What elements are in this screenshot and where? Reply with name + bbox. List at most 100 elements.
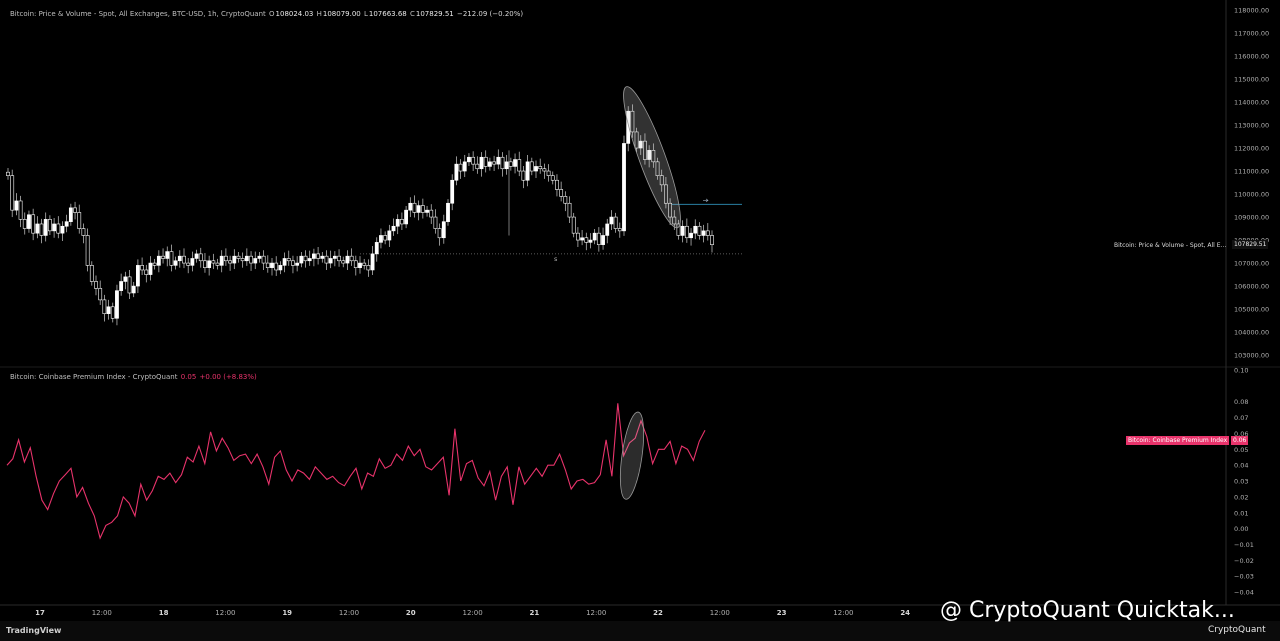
price-series-tag: Bitcoin: Price & Volume - Spot, All E... bbox=[1114, 242, 1227, 249]
candle-down bbox=[500, 156, 505, 170]
candle-down bbox=[584, 237, 589, 243]
price-axis-tick: 118000.00 bbox=[1234, 7, 1269, 15]
candle-down bbox=[303, 255, 308, 262]
time-axis-tick: 21 bbox=[530, 609, 540, 617]
price-axis-tick: 103000.00 bbox=[1234, 352, 1269, 360]
candle-up bbox=[14, 200, 19, 211]
price-legend-title: Bitcoin: Price & Volume - Spot, All Exch… bbox=[10, 10, 266, 18]
premium-axis-tick: 0.07 bbox=[1234, 414, 1248, 422]
price-axis-tick: 113000.00 bbox=[1234, 122, 1269, 130]
candle-down bbox=[127, 276, 132, 294]
premium-legend-change: +0.00 (+8.83%) bbox=[199, 373, 257, 381]
candle-up bbox=[622, 143, 626, 232]
price-legend-c-label: C bbox=[409, 10, 415, 18]
candle-up bbox=[534, 166, 538, 172]
candle-down bbox=[39, 223, 44, 236]
premium-axis-tick: 0.04 bbox=[1234, 462, 1248, 470]
premium-axis-tick: 0.08 bbox=[1234, 398, 1248, 406]
candle-down bbox=[182, 255, 186, 264]
bottom-bar bbox=[0, 621, 1280, 641]
cryptoquant-logo: CryptoQuant bbox=[1208, 625, 1266, 635]
time-axis-tick: 12:00 bbox=[339, 609, 359, 617]
candle-down bbox=[89, 265, 94, 282]
candle-down bbox=[508, 161, 513, 167]
price-legend-h-label: H bbox=[316, 10, 322, 18]
premium-legend-value: 0.05 bbox=[180, 373, 197, 381]
candle-down bbox=[429, 209, 434, 218]
price-axis-tick: 104000.00 bbox=[1234, 329, 1269, 337]
time-axis-tick: 12:00 bbox=[710, 609, 730, 617]
price-legend-open: 108024.03 bbox=[275, 10, 314, 18]
time-axis-tick: 22 bbox=[653, 609, 663, 617]
time-axis-tick: 20 bbox=[406, 609, 416, 617]
candle-up bbox=[295, 262, 300, 266]
candle-down bbox=[555, 179, 559, 190]
price-legend: Bitcoin: Price & Volume - Spot, All Exch… bbox=[10, 10, 524, 18]
candle-up bbox=[27, 214, 31, 229]
candle-up bbox=[379, 235, 383, 243]
premium-axis-tick: −0.01 bbox=[1234, 541, 1254, 549]
candle-down bbox=[6, 171, 10, 176]
candle-up bbox=[68, 207, 73, 222]
candle-up bbox=[404, 209, 408, 225]
candle-down bbox=[203, 260, 207, 268]
price-axis-tick: 112000.00 bbox=[1234, 145, 1269, 153]
candle-down bbox=[567, 202, 572, 218]
candle-down bbox=[73, 207, 77, 213]
candle-up bbox=[52, 223, 56, 232]
candle-down bbox=[596, 232, 601, 245]
candle-down bbox=[538, 166, 543, 170]
tradingview-logo[interactable]: TradingView bbox=[6, 626, 61, 635]
price-axis-tick: 105000.00 bbox=[1234, 306, 1269, 314]
candle-down bbox=[211, 260, 216, 264]
candle-up bbox=[320, 255, 325, 259]
premium-axis-tick: −0.04 bbox=[1234, 589, 1254, 597]
dividend-marker: s bbox=[554, 255, 558, 263]
candle-down bbox=[77, 212, 82, 229]
candle-up bbox=[345, 255, 350, 264]
price-legend-change: −212.09 (−0.20%) bbox=[456, 10, 524, 18]
candle-down bbox=[10, 175, 15, 211]
candle-up bbox=[374, 242, 379, 255]
candle-up bbox=[680, 225, 685, 236]
premium-legend: Bitcoin: Coinbase Premium Index - Crypto… bbox=[10, 373, 258, 381]
candle-up bbox=[257, 255, 262, 259]
price-axis-tick: 115000.00 bbox=[1234, 76, 1269, 84]
candle-up bbox=[479, 156, 484, 170]
candle-up bbox=[454, 163, 459, 181]
candle-up bbox=[689, 232, 693, 239]
candle-down bbox=[236, 255, 241, 259]
candle-up bbox=[219, 255, 224, 266]
candle-up bbox=[328, 258, 333, 264]
candle-up bbox=[35, 223, 40, 234]
candle-up bbox=[278, 265, 283, 271]
candle-down bbox=[475, 163, 480, 170]
candle-down bbox=[559, 189, 564, 197]
premium-axis-tick: −0.03 bbox=[1234, 573, 1254, 581]
price-legend-l-label: L bbox=[363, 10, 368, 18]
candle-up bbox=[156, 255, 161, 266]
candle-down bbox=[546, 170, 551, 176]
candle-up bbox=[244, 255, 249, 262]
candle-down bbox=[337, 255, 341, 262]
candle-up bbox=[488, 161, 492, 167]
arrow-marker bbox=[703, 198, 709, 203]
time-axis-tick: 12:00 bbox=[215, 609, 235, 617]
candle-down bbox=[420, 205, 425, 213]
candle-down bbox=[521, 170, 526, 181]
premium-axis-tick: 0.01 bbox=[1234, 509, 1248, 517]
candle-down bbox=[22, 219, 27, 229]
premium-axis-tick: −0.02 bbox=[1234, 557, 1254, 565]
time-axis-tick: 12:00 bbox=[92, 609, 112, 617]
candle-up bbox=[131, 285, 136, 294]
price-axis-tick: 114000.00 bbox=[1234, 99, 1269, 107]
candle-down bbox=[437, 228, 442, 239]
premium-axis-tick: 0.03 bbox=[1234, 478, 1248, 486]
candle-up bbox=[496, 156, 501, 165]
candle-down bbox=[161, 255, 165, 259]
candle-up bbox=[416, 205, 421, 213]
candle-up bbox=[425, 209, 429, 213]
premium-value-tag: 0.06 bbox=[1231, 436, 1249, 445]
candle-up bbox=[387, 230, 392, 241]
premium-line bbox=[6, 403, 706, 540]
